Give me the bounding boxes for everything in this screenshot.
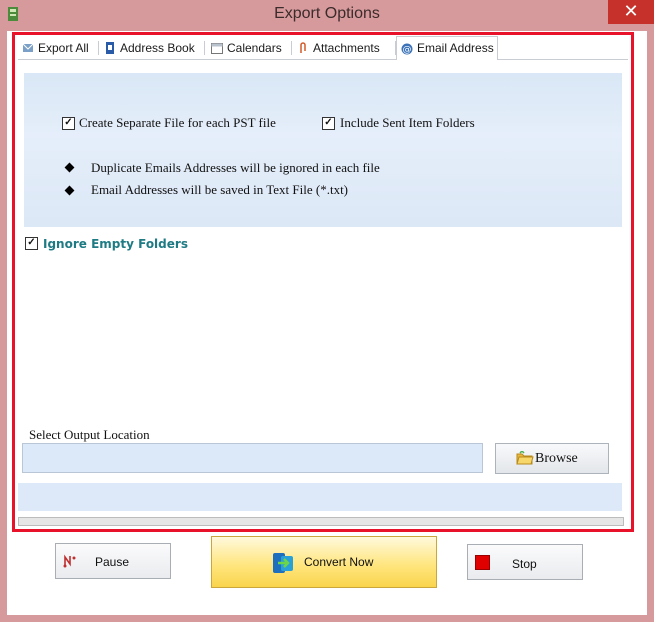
status-strip xyxy=(18,483,622,511)
folder-icon xyxy=(516,451,534,465)
email-options-panel: ✓ Create Separate File for each PST file… xyxy=(24,73,622,227)
pause-label: Pause xyxy=(95,555,130,569)
pause-icon xyxy=(63,554,76,568)
browse-label: Browse xyxy=(535,451,578,466)
tab-label: Email Address xyxy=(417,41,494,55)
sent-items-label: Include Sent Item Folders xyxy=(340,115,475,130)
note-duplicates: Duplicate Emails Addresses will be ignor… xyxy=(91,160,380,175)
export-options-window: Export Options ✕ Export All Address Book xyxy=(0,0,654,622)
output-location-label: Select Output Location xyxy=(29,427,150,442)
close-button[interactable]: ✕ xyxy=(608,0,654,24)
attachment-icon xyxy=(300,42,306,53)
convert-now-label: Convert Now xyxy=(304,555,374,569)
browse-button[interactable]: Browse xyxy=(495,443,609,474)
bullet-diamond-icon xyxy=(64,162,75,173)
convert-now-button[interactable]: Convert Now xyxy=(211,536,437,588)
tab-address-book[interactable]: Address Book xyxy=(100,38,200,58)
tab-separator xyxy=(98,41,99,55)
calendar-icon xyxy=(211,43,223,54)
tab-attachments[interactable]: Attachments xyxy=(293,38,393,58)
stop-icon xyxy=(475,555,490,570)
svg-text:@: @ xyxy=(403,45,412,55)
stop-button[interactable]: Stop xyxy=(467,544,583,580)
title-bar: Export Options ✕ xyxy=(0,0,654,30)
client-area: Export All Address Book Calendars Attach… xyxy=(7,31,647,615)
tab-calendars[interactable]: Calendars xyxy=(207,38,287,58)
separate-file-checkbox[interactable]: ✓ xyxy=(62,117,75,130)
options-frame: Export All Address Book Calendars Attach… xyxy=(12,32,634,532)
at-sign-icon: @ xyxy=(401,43,413,55)
tab-separator xyxy=(291,41,292,55)
ignore-empty-label: Ignore Empty Folders xyxy=(43,237,188,251)
bullet-diamond-icon xyxy=(64,185,75,196)
progress-bar xyxy=(18,517,624,526)
note-text-file: Email Addresses will be saved in Text Fi… xyxy=(91,182,349,197)
stop-label: Stop xyxy=(512,557,537,571)
export-all-icon xyxy=(22,43,34,52)
tab-separator xyxy=(204,41,205,55)
tab-label: Calendars xyxy=(227,41,282,55)
sent-items-checkbox[interactable]: ✓ xyxy=(322,117,335,130)
tab-label: Export All xyxy=(38,41,89,55)
ignore-empty-checkbox[interactable]: ✓ xyxy=(25,237,38,250)
tab-export-all[interactable]: Export All xyxy=(18,38,96,58)
tab-label: Address Book xyxy=(120,41,195,55)
tab-label: Attachments xyxy=(313,41,380,55)
output-location-field[interactable] xyxy=(22,443,483,473)
window-title: Export Options xyxy=(274,5,380,22)
convert-icon xyxy=(273,553,293,573)
tab-strip: Export All Address Book Calendars Attach… xyxy=(18,36,628,60)
tab-email-address[interactable]: @ Email Address xyxy=(396,36,498,60)
separate-file-label: Create Separate File for each PST file xyxy=(79,115,276,130)
address-book-icon xyxy=(106,42,114,54)
pause-button[interactable]: Pause xyxy=(55,543,171,579)
